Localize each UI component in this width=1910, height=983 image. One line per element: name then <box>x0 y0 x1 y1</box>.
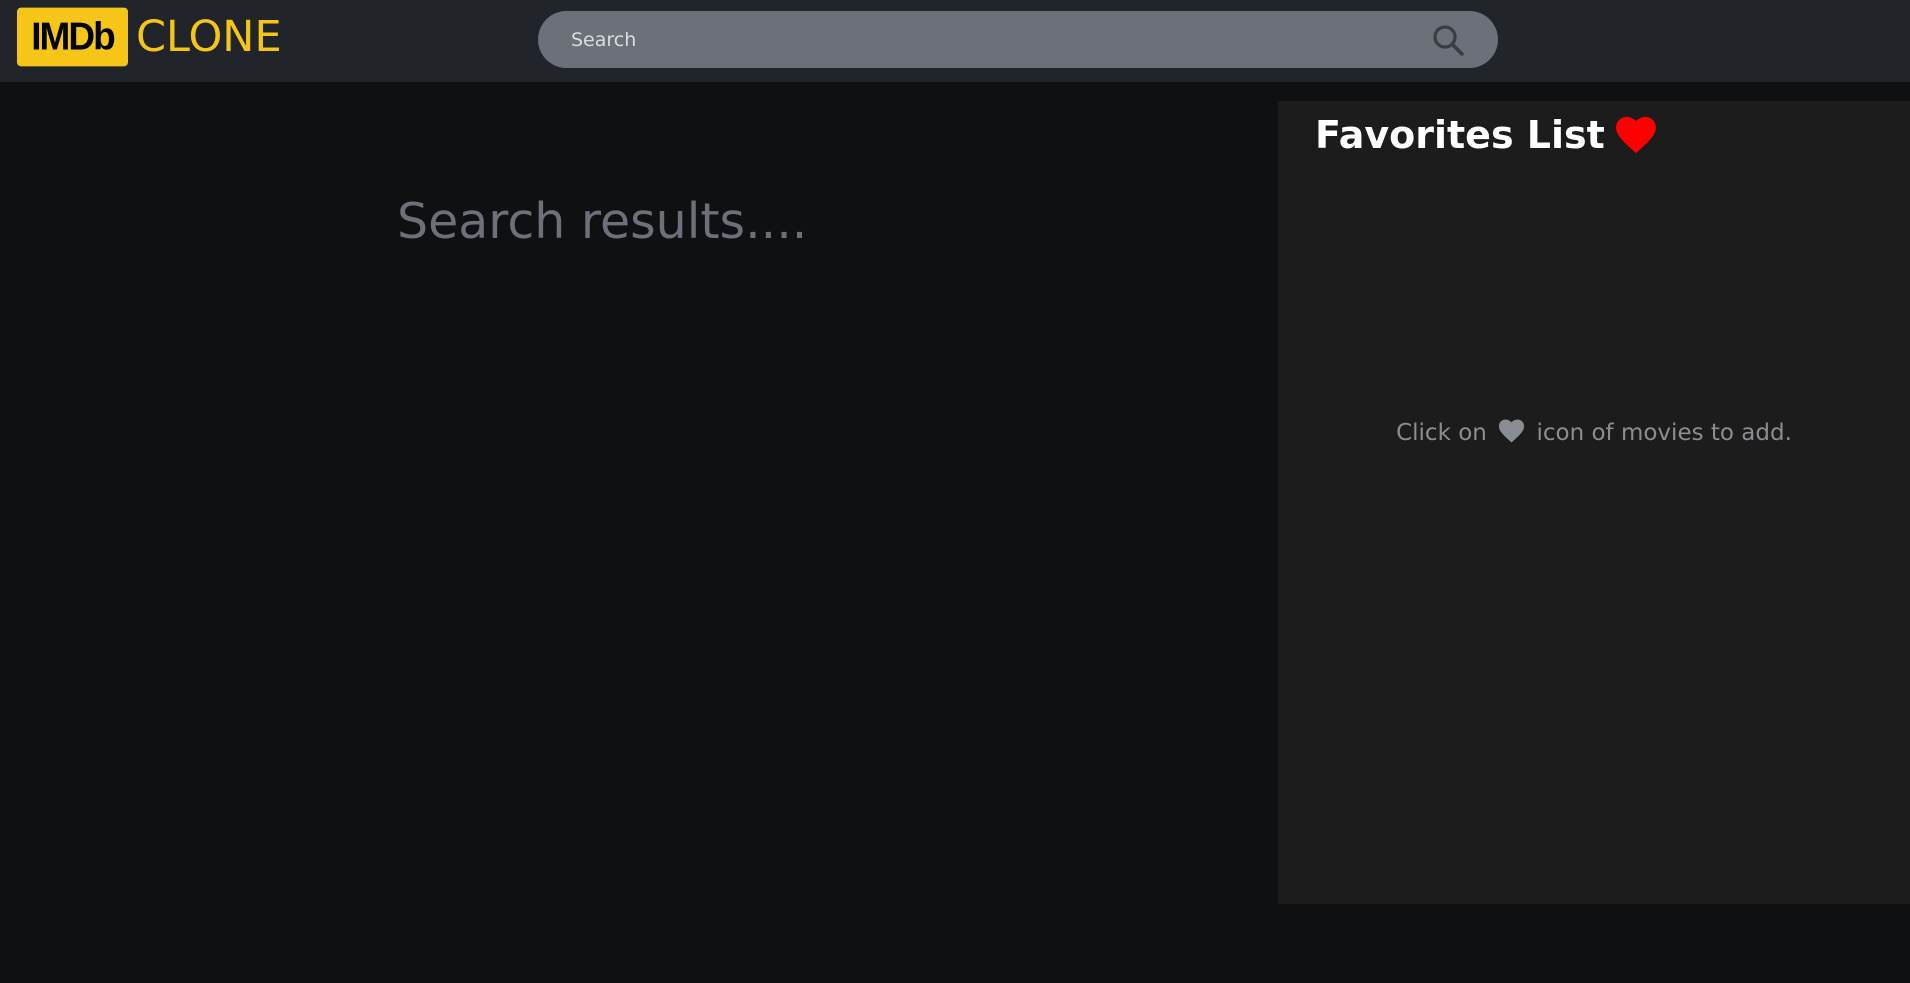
favorites-panel: Favorites List Click on icon of movies t… <box>1278 101 1910 904</box>
heart-icon <box>1498 419 1525 449</box>
favorites-empty-hint: Click on icon of movies to add. <box>1278 419 1910 449</box>
search-results-title: Search results.... <box>397 193 808 250</box>
favorites-title: Favorites List <box>1315 113 1657 157</box>
hint-text-before: Click on <box>1396 420 1487 446</box>
favorites-title-text: Favorites List <box>1315 113 1605 157</box>
navbar: IMDb CLONE <box>0 0 1910 82</box>
search-icon[interactable] <box>1430 22 1466 58</box>
heart-icon <box>1615 116 1657 154</box>
logo[interactable]: IMDb CLONE <box>17 7 282 67</box>
search-bar <box>538 11 1498 68</box>
logo-badge: IMDb <box>17 7 128 67</box>
search-input[interactable] <box>538 11 1430 68</box>
logo-text: CLONE <box>136 12 282 62</box>
hint-text-after: icon of movies to add. <box>1536 420 1792 446</box>
